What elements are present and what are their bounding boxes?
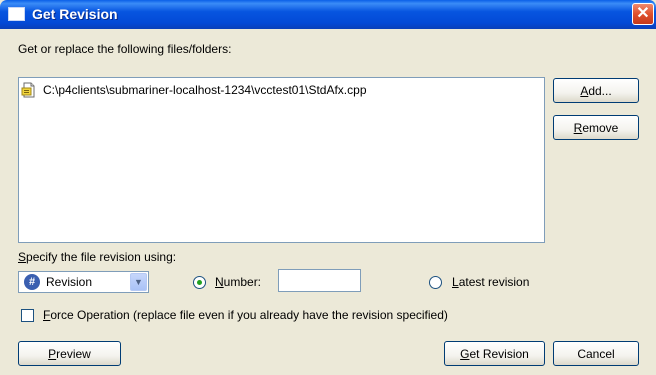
add-label: dd... <box>588 83 612 98</box>
force-operation-checkbox[interactable] <box>21 309 34 322</box>
force-operation-label[interactable]: Force Operation (replace file even if yo… <box>43 308 448 322</box>
window-title: Get Revision <box>32 6 118 22</box>
title-bar[interactable]: Get Revision ✕ <box>0 0 656 29</box>
remove-button[interactable]: Remove <box>553 115 639 140</box>
revision-label-access-key: S <box>18 250 27 264</box>
close-icon: ✕ <box>636 5 650 22</box>
document-icon <box>21 82 35 98</box>
get-revision-button[interactable]: Get Revision <box>444 341 545 366</box>
number-radio[interactable] <box>193 276 206 289</box>
latest-access-key: L <box>452 275 459 289</box>
latest-revision-radio[interactable] <box>429 276 442 289</box>
get-revision-dialog: Get Revision ✕ Get or replace the follow… <box>0 0 656 375</box>
remove-access-key: R <box>573 120 583 135</box>
remove-label: emove <box>582 120 619 135</box>
files-list[interactable]: C:\p4clients\submariner-localhost-1234\v… <box>18 77 545 243</box>
list-item[interactable]: C:\p4clients\submariner-localhost-1234\v… <box>21 81 541 99</box>
add-button[interactable]: Add... <box>553 78 639 103</box>
revision-number-input[interactable] <box>278 269 361 292</box>
number-label-text: umber: <box>223 275 262 289</box>
force-label-text: orce Operation (replace file even if you… <box>50 308 448 322</box>
preview-button[interactable]: Preview <box>18 341 121 366</box>
cancel-button[interactable]: Cancel <box>553 341 639 366</box>
file-path: C:\p4clients\submariner-localhost-1234\v… <box>43 83 367 97</box>
latest-label-text: atest revision <box>458 275 530 289</box>
hash-icon: # <box>24 274 40 290</box>
revision-label: Specify the file revision using: <box>18 250 176 264</box>
chevron-down-icon[interactable]: ▼ <box>130 273 147 291</box>
revision-type-value: Revision <box>46 275 93 289</box>
preview-label: review <box>56 346 91 361</box>
window-icon <box>8 7 25 21</box>
revision-type-select[interactable]: # Revision ▼ <box>18 271 149 293</box>
number-access-key: N <box>215 275 224 289</box>
latest-revision-label[interactable]: Latest revision <box>452 275 529 289</box>
preview-access-key: P <box>48 346 57 361</box>
revision-label-text: pecify the file revision using: <box>26 250 177 264</box>
close-button[interactable]: ✕ <box>632 3 654 25</box>
get-revision-label: et Revision <box>469 346 529 361</box>
number-label[interactable]: Number: <box>215 275 261 289</box>
files-label: Get or replace the following files/folde… <box>18 42 232 56</box>
